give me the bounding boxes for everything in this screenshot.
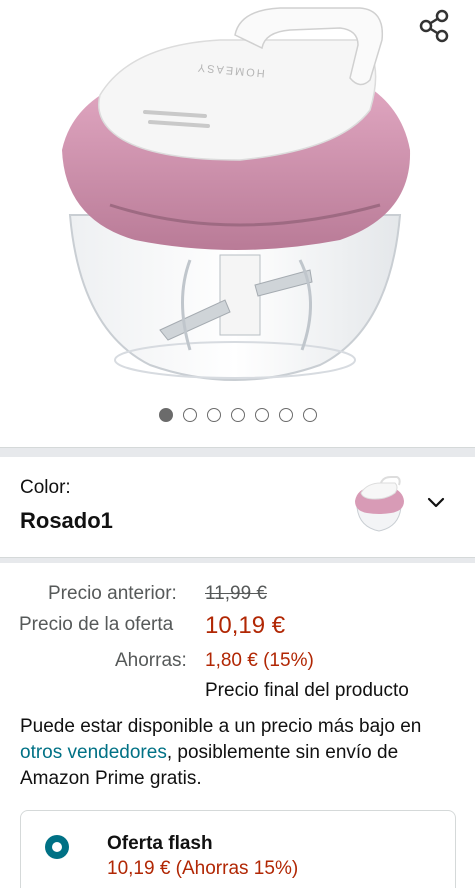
savings-label: Ahorras: [115, 650, 187, 671]
availability-text-before: Puede estar disponible a un precio más b… [20, 716, 422, 737]
product-image-gallery[interactable]: HOMEASY [0, 0, 475, 445]
previous-price-label: Precio anterior: [48, 583, 177, 604]
pagination-dot[interactable] [230, 408, 245, 422]
pagination-dot[interactable] [278, 408, 293, 422]
color-label: Color: [20, 477, 71, 498]
pagination-dot[interactable] [302, 408, 317, 422]
offer-title: Oferta flash [107, 833, 213, 854]
section-divider [0, 557, 475, 563]
offer-radio-button[interactable] [45, 835, 69, 859]
other-sellers-link[interactable]: otros vendedores [20, 742, 167, 763]
product-image[interactable]: HOMEASY [40, 0, 430, 400]
image-pagination [0, 405, 475, 425]
color-thumbnail[interactable] [349, 475, 409, 535]
color-selector[interactable]: Color: Rosado1 [0, 457, 475, 557]
deal-price-label: Precio de la oferta [19, 614, 174, 635]
pagination-dot[interactable] [254, 408, 269, 422]
share-icon[interactable] [414, 6, 454, 46]
offer-price: 10,19 € (Ahorras 15%) [107, 858, 299, 879]
pagination-dot[interactable] [206, 408, 221, 422]
deal-price-value: 10,19 € [205, 612, 286, 639]
chevron-down-icon[interactable] [425, 491, 447, 513]
final-price-note: Precio final del producto [205, 680, 409, 701]
previous-price-value: 11,99 € [205, 583, 267, 604]
flash-offer-option[interactable]: Oferta flash 10,19 € (Ahorras 15%) [20, 810, 456, 888]
color-value: Rosado1 [20, 508, 113, 533]
section-divider [0, 447, 475, 457]
availability-note: Puede estar disponible a un precio más b… [20, 714, 460, 792]
pagination-dot[interactable] [158, 408, 173, 422]
pagination-dot[interactable] [182, 408, 197, 422]
savings-value: 1,80 € (15%) [205, 650, 314, 671]
